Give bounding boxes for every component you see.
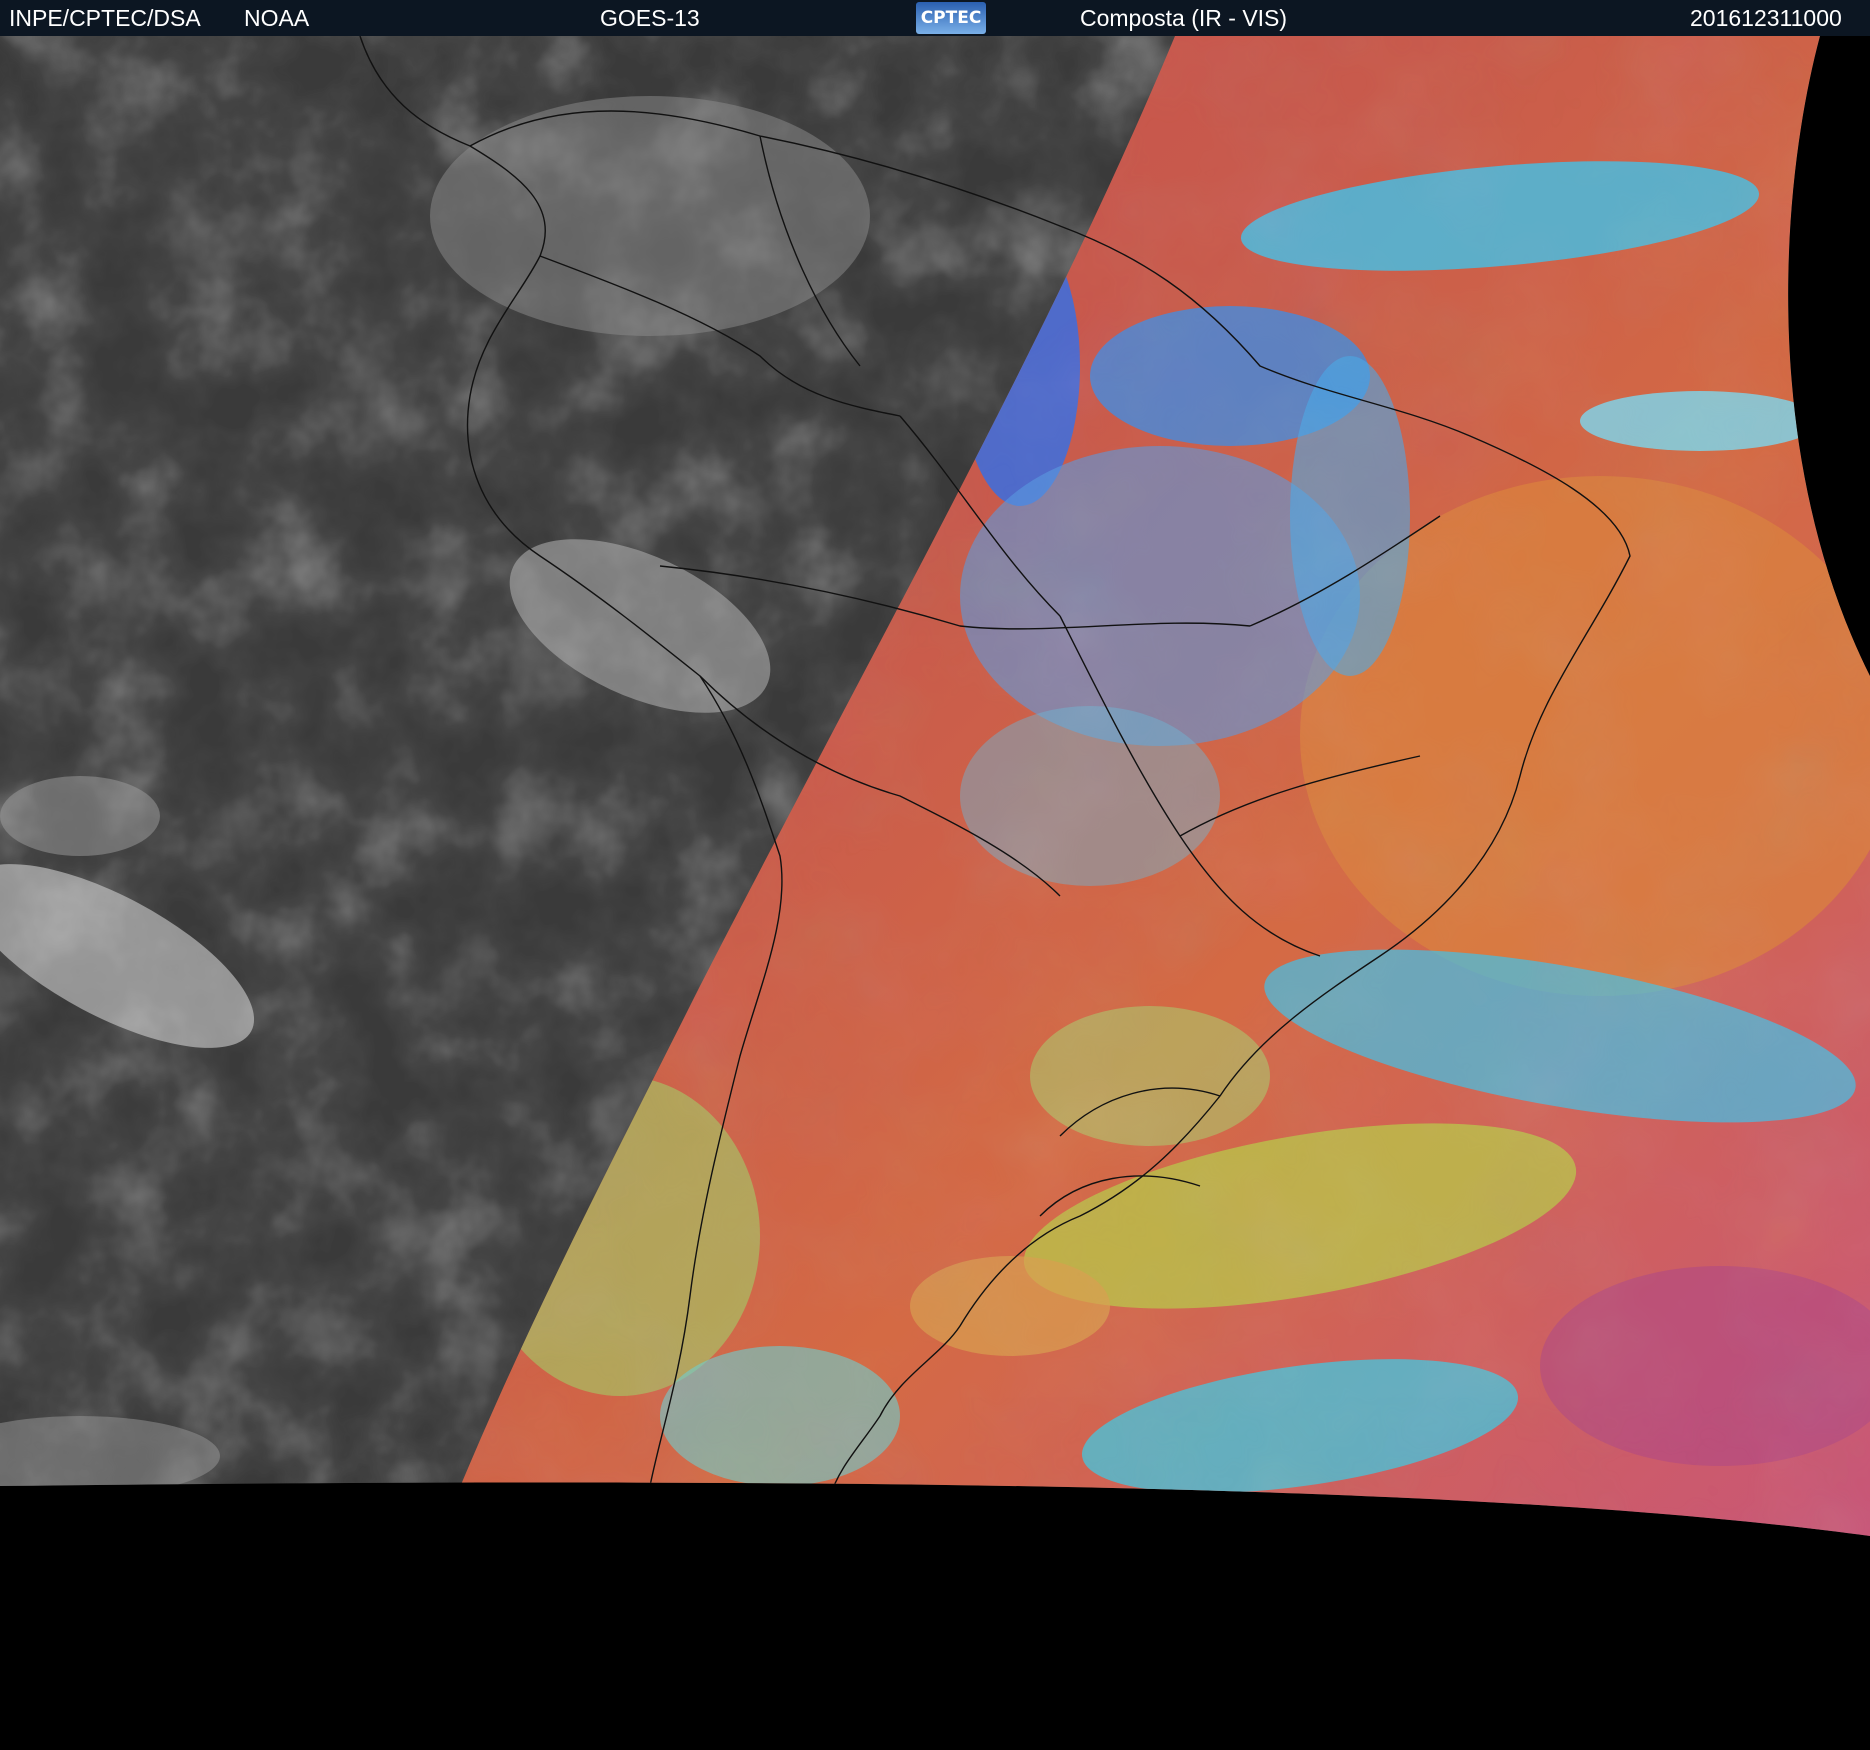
cptec-logo: CPTEC xyxy=(916,2,986,34)
earth-disk xyxy=(0,36,1870,1536)
partner-label: NOAA xyxy=(244,5,310,31)
product-label: Composta (IR - VIS) xyxy=(1080,5,1288,31)
image-header-bar: INPE/CPTEC/DSA NOAA GOES-13 CPTEC Compos… xyxy=(0,0,1870,36)
satellite-image xyxy=(0,36,1870,1536)
timestamp-label: 201612311000 xyxy=(1690,5,1842,31)
agency-label: INPE/CPTEC/DSA xyxy=(9,5,201,31)
satellite-label: GOES-13 xyxy=(600,5,700,31)
